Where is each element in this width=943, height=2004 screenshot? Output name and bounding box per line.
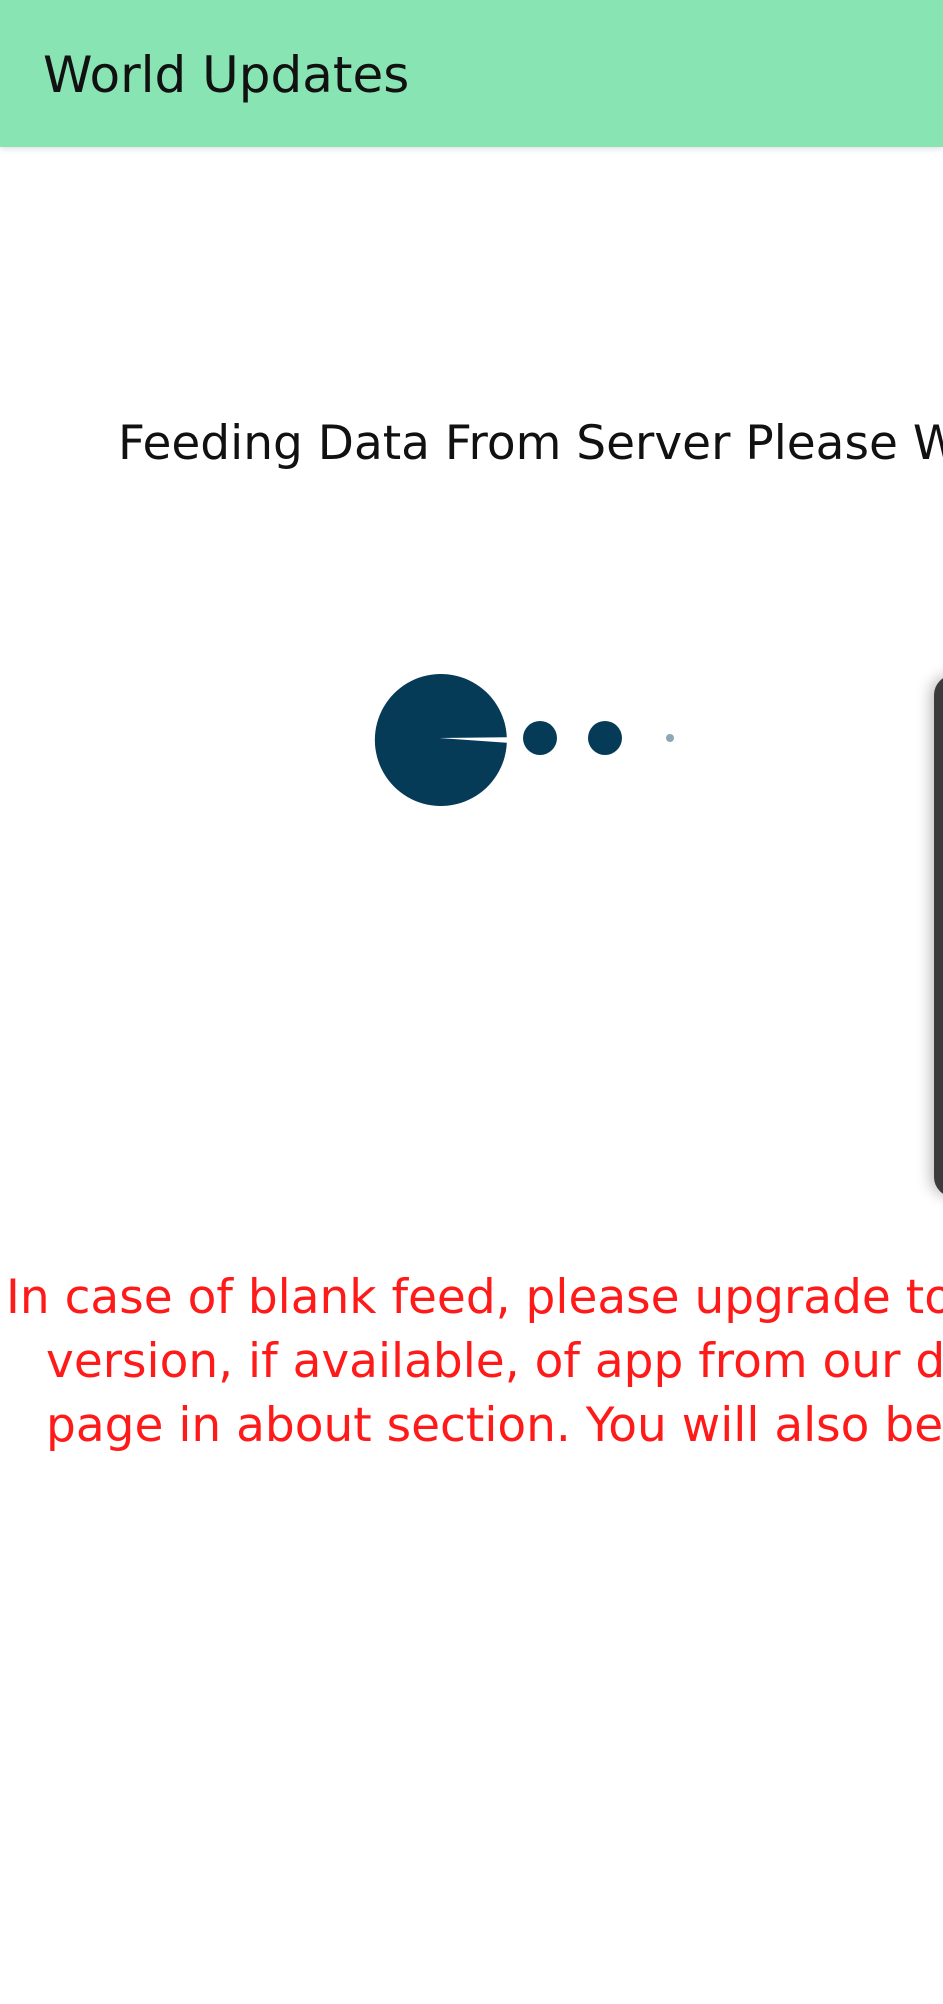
notice-line-1: In case of blank feed, please upgrade to… [6,1270,943,1325]
loading-message: Feeding Data From Server Please Wait.. [118,416,943,471]
pacman-loader-icon [374,674,674,806]
notice-line-2: version, if available, of app from our d… [46,1334,943,1389]
loader-dot-3 [666,734,674,742]
loader-dot-2 [588,721,622,755]
pacman-shape [374,674,507,806]
notice-line-3: page in about section. You will also be … [46,1398,943,1453]
screen: World Updates Feeding Data From Server P… [0,0,943,2004]
app-bar: World Updates [0,0,943,147]
edge-panel-handle[interactable] [934,675,943,1197]
loader-dot-1 [523,721,557,755]
upgrade-notice: In case of blank feed, please upgrade to… [0,1266,943,1458]
app-title: World Updates [43,46,410,104]
